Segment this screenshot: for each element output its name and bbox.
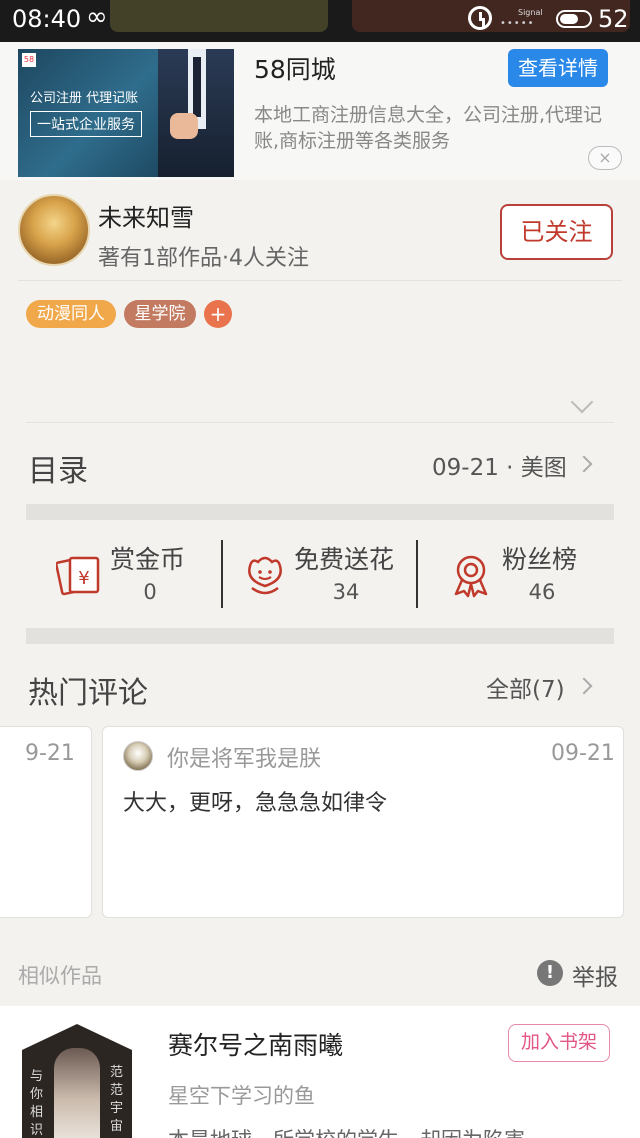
stat-value: 46 xyxy=(528,580,556,604)
chevron-down-icon[interactable] xyxy=(570,390,594,414)
medal-icon xyxy=(454,555,488,598)
comment-date: 09-21 xyxy=(551,741,615,766)
similar-book-item[interactable]: 与你相识 范范宇宙 赛尔号之南雨曦 星空下学习的鱼 本是地球一所学校的学生，却因… xyxy=(0,1006,640,1138)
stat-value: 34 xyxy=(332,580,360,604)
svg-text:¥: ¥ xyxy=(78,568,89,589)
stat-label: 粉丝榜 xyxy=(502,545,578,574)
chevron-right-icon[interactable] xyxy=(575,677,593,695)
similar-works-label: 相似作品 xyxy=(18,964,102,988)
catalog-info[interactable]: 09-21 · 美图 xyxy=(432,448,567,482)
report-icon[interactable]: ! xyxy=(537,960,563,986)
catalog-title[interactable]: 目录 xyxy=(28,446,88,490)
book-title[interactable]: 赛尔号之南雨曦 xyxy=(168,1026,343,1062)
status-bar: 08:40 ∞ Signal ••••• 52 xyxy=(0,0,640,42)
battery-level: 52 xyxy=(598,5,629,33)
signal-icon: ••••• xyxy=(500,18,535,29)
background-app-peek xyxy=(110,0,328,32)
comment-card[interactable]: 你是将军我是朕 09-21 大大，更呀，急急急如律令 xyxy=(102,726,624,918)
add-to-shelf-button[interactable]: 加入书架 xyxy=(508,1024,610,1062)
cover-figure xyxy=(54,1048,100,1138)
comment-date: 9-21 xyxy=(25,741,75,766)
book-cover[interactable]: 与你相识 范范宇宙 xyxy=(22,1024,132,1138)
section-separator xyxy=(26,628,614,644)
free-flower-stat[interactable]: 免费送花 34 xyxy=(222,530,418,616)
ad-banner[interactable]: 58 公司注册 代理记账 一站式企业服务 58同城 查看详情 本地工商注册信息大… xyxy=(0,42,640,180)
author-avatar[interactable] xyxy=(18,194,90,266)
signal-label: Signal xyxy=(518,8,543,17)
alarm-icon xyxy=(468,6,492,30)
ad-image-line1: 公司注册 代理记账 xyxy=(30,91,139,106)
stat-label: 免费送花 xyxy=(294,545,395,574)
ad-image-line2: 一站式企业服务 xyxy=(30,111,142,137)
stat-value: 0 xyxy=(143,580,157,604)
thumbs-up-hand xyxy=(170,113,198,139)
flower-icon xyxy=(248,556,282,595)
fan-ranking-stat[interactable]: 粉丝榜 46 xyxy=(418,530,614,616)
infinity-icon: ∞ xyxy=(86,2,108,32)
section-separator xyxy=(26,504,614,520)
battery-icon xyxy=(556,10,592,28)
chevron-right-icon[interactable] xyxy=(575,455,593,473)
tag-item[interactable]: 动漫同人 xyxy=(26,300,116,328)
ad-image[interactable]: 58 公司注册 代理记账 一站式企业服务 xyxy=(18,49,234,177)
cover-text-right: 范范宇宙 xyxy=(110,1065,124,1134)
follow-button[interactable]: 已关注 xyxy=(500,204,613,260)
ad-details-button[interactable]: 查看详情 xyxy=(508,49,608,87)
ad-title: 58同城 xyxy=(254,55,336,84)
status-time: 08:40 xyxy=(12,5,82,33)
book-description: 本是地球一所学校的学生，却因为陷害 xyxy=(168,1124,525,1138)
stats-row: ¥ 赏金币 0 免费送花 34 粉丝榜 46 xyxy=(26,530,614,616)
divider xyxy=(18,280,622,281)
comment-card-partial[interactable]: 9-21 xyxy=(0,726,92,918)
ad-badge: 58 xyxy=(22,53,36,67)
ad-description: 本地工商注册信息大全，公司注册,代理记账,商标注册等各类服务 xyxy=(254,104,603,152)
author-name[interactable]: 未来知雪 xyxy=(98,198,194,233)
add-tag-button[interactable]: + xyxy=(204,300,232,328)
hot-comments-title: 热门评论 xyxy=(28,676,148,711)
book-author: 星空下学习的鱼 xyxy=(168,1084,315,1108)
author-section: 未来知雪 著有1部作品·4人关注 已关注 xyxy=(0,180,640,280)
tag-item[interactable]: 星学院 xyxy=(124,300,196,328)
author-meta: 著有1部作品·4人关注 xyxy=(98,246,309,271)
cover-text-left: 与你相识 xyxy=(30,1069,44,1138)
commenter-name[interactable]: 你是将军我是朕 xyxy=(167,741,321,773)
comment-text: 大大，更呀，急急急如律令 xyxy=(123,791,388,816)
tie xyxy=(193,57,201,117)
red-envelope-icon: ¥ xyxy=(56,556,100,596)
ad-close-icon[interactable]: × xyxy=(588,146,622,170)
stat-label: 赏金币 xyxy=(110,545,186,574)
all-comments-link[interactable]: 全部(7) xyxy=(486,670,565,704)
commenter-avatar[interactable] xyxy=(123,741,153,771)
report-button[interactable]: 举报 xyxy=(572,958,618,992)
reward-coin-stat[interactable]: ¥ 赏金币 0 xyxy=(26,530,222,616)
divider xyxy=(26,422,614,423)
